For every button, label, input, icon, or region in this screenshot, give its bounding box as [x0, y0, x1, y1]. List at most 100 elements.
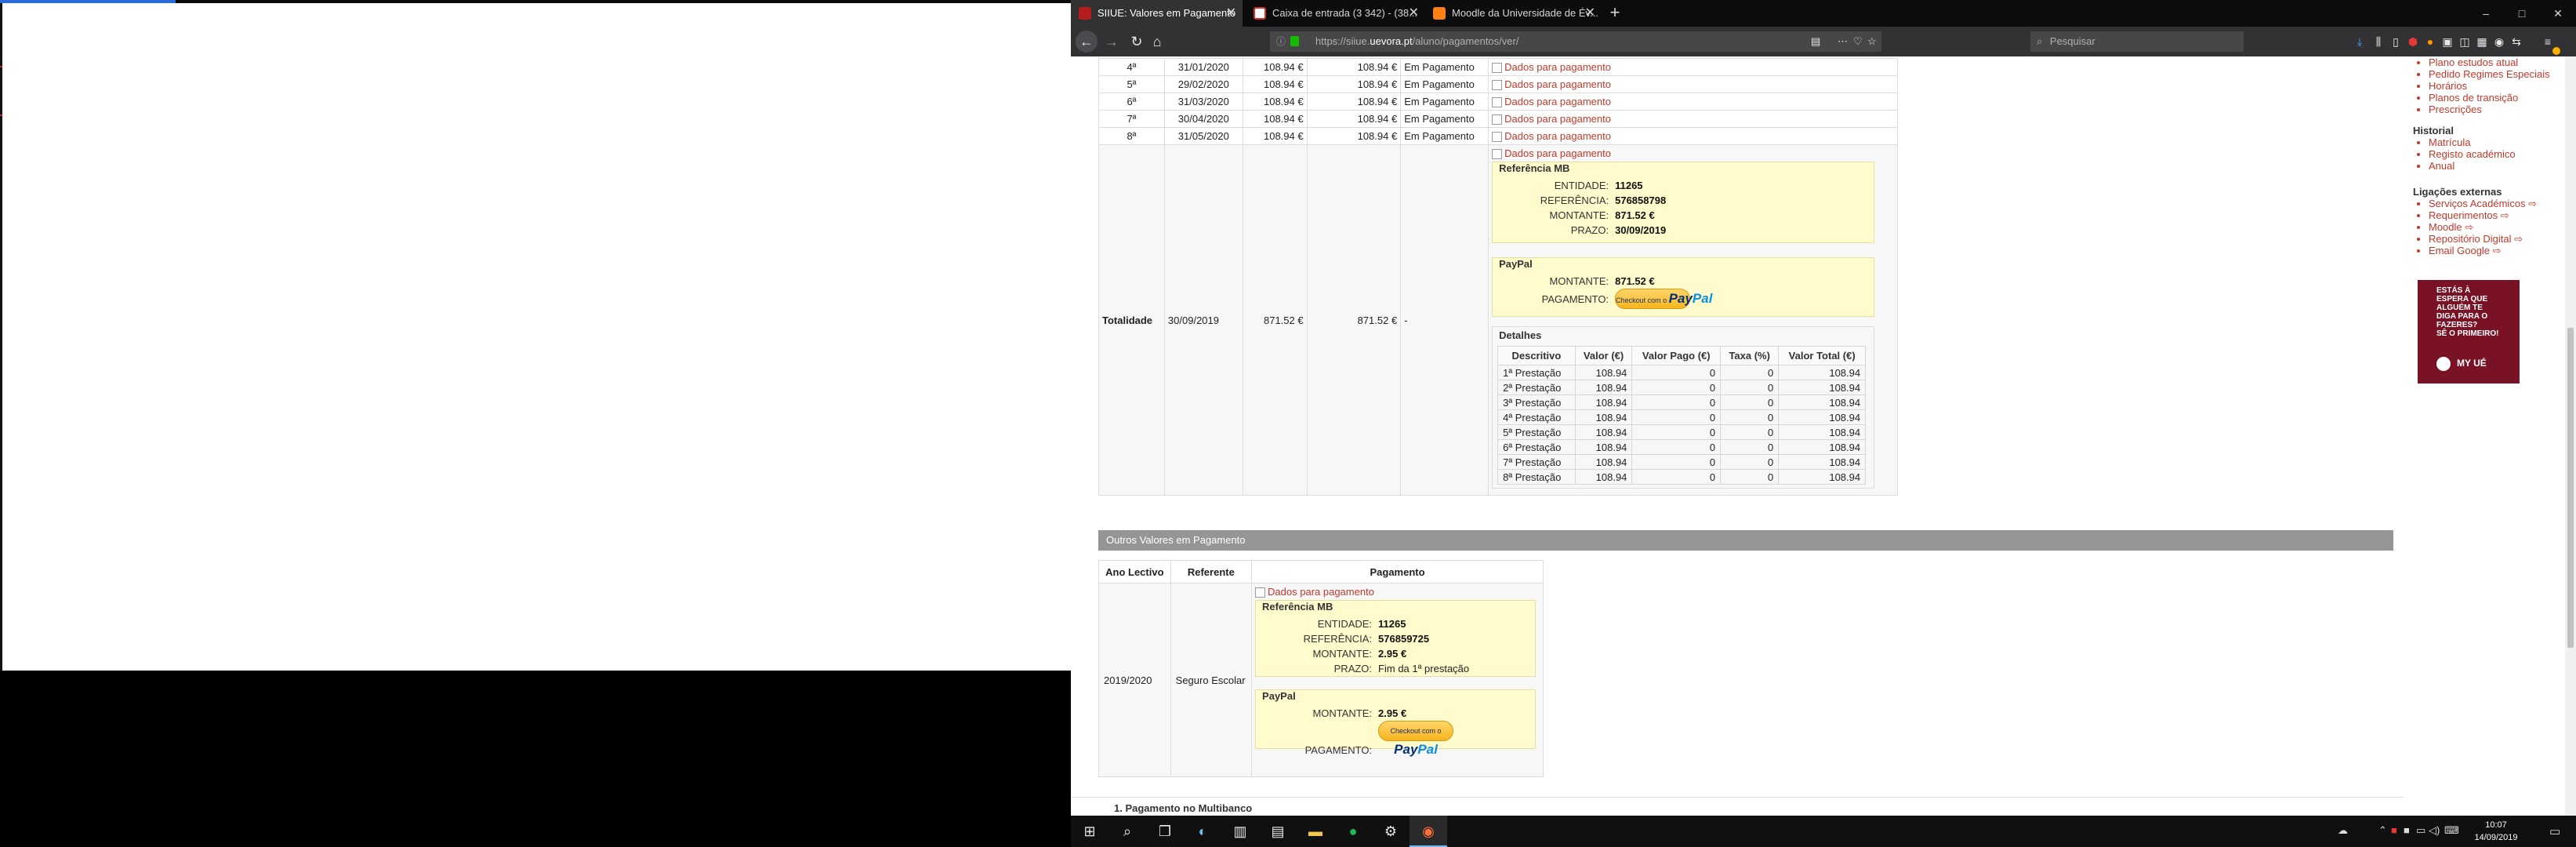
info-icon[interactable]: ⓘ — [1276, 31, 1286, 52]
notifications-icon[interactable]: ▭ — [2549, 824, 2560, 838]
sidebar-link[interactable]: Pedido Regimes Especiais — [2429, 68, 2562, 80]
url-bar[interactable]: ⓘ https://siiue.uevora.pt/aluno/pagament… — [1270, 31, 1881, 52]
file-explorer-icon[interactable]: ▬ — [1297, 816, 1334, 847]
other-values-table: Ano Lectivo Referente Pagamento 2019/202… — [1098, 560, 1544, 777]
settings-gear-icon[interactable]: ⚙ — [1372, 816, 1410, 847]
sidebar-link[interactable]: Requerimentos ⇨ — [2429, 209, 2562, 221]
onedrive-icon[interactable]: ☁ — [2338, 824, 2348, 837]
sidebar-link[interactable]: Matrícula — [2429, 136, 2562, 148]
sidebar-link[interactable]: Horários — [2429, 80, 2562, 92]
table-row: 8ª Prestação 108.94 0 0 108.94 — [1497, 469, 1867, 485]
tray-chevron-icon[interactable]: ⌃ — [2378, 824, 2387, 837]
payment-data-link[interactable]: Dados para pagamento — [1504, 78, 1611, 90]
sidebar-link[interactable]: Registo académico — [2429, 148, 2562, 160]
cell: 0 — [1720, 439, 1780, 455]
network-icon[interactable]: ▭ — [2416, 824, 2425, 837]
sidebar-icon[interactable]: ▯ — [2388, 34, 2404, 49]
forward-icon[interactable]: → — [1101, 31, 1123, 53]
tab-moodle[interactable]: Moodle da Universidade de Év... ✕ — [1425, 0, 1602, 27]
reload-icon[interactable]: ↻ — [1126, 31, 1148, 53]
back-icon[interactable]: ← — [1076, 31, 1098, 53]
screenshot-icon[interactable]: ◫ — [2457, 34, 2473, 49]
close-window-button[interactable]: ✕ — [2540, 0, 2576, 27]
amount-label: MONTANTE: — [1312, 707, 1373, 719]
close-tab-icon[interactable]: ✕ — [1409, 0, 1419, 27]
tray-app-icon[interactable]: ■ — [2404, 824, 2410, 836]
paypal-checkout-button[interactable]: Checkout com o PayPal — [1615, 289, 1712, 309]
historial-links: Matrícula Registo académico Anual — [2413, 136, 2562, 172]
payment-checkbox[interactable] — [1492, 97, 1503, 108]
extension-icon[interactable]: ● — [2422, 34, 2438, 49]
minimize-button[interactable]: – — [2468, 0, 2504, 27]
downloads-icon[interactable]: ⤓ — [2352, 34, 2367, 49]
page-content: 4ª 31/01/2020 108.94 € 108.94 € Em Pagam… — [1071, 56, 2576, 816]
moodle-favicon-icon — [1433, 7, 1446, 20]
scrollbar-thumb[interactable] — [2567, 328, 2574, 648]
details-box: Detalhes Descritivo Valor (€) Valor Pago… — [1492, 326, 1875, 489]
sidebar-link[interactable]: Anual — [2429, 160, 2562, 172]
table-row: 4ª 31/01/2020 108.94 € 108.94 € Em Pagam… — [1098, 58, 1898, 76]
payment-checkbox[interactable] — [1492, 63, 1503, 74]
bookmark-star-icon[interactable]: ☆ — [1867, 31, 1877, 52]
new-tab-button[interactable]: + — [1602, 0, 1628, 27]
sync-icon[interactable]: ⇆ — [2509, 34, 2524, 49]
total-date: 30/09/2019 — [1163, 144, 1243, 496]
close-tab-icon[interactable]: ✕ — [1226, 0, 1236, 27]
sidebar-link[interactable]: Plano estudos atual — [2429, 56, 2562, 68]
home-icon[interactable]: ⌂ — [1146, 31, 1168, 53]
reader-view-icon[interactable]: ▤ — [1811, 31, 1820, 52]
tab-mail[interactable]: Caixa de entrada (3 342) - (38... ✕ — [1246, 0, 1425, 27]
clock-time: 10:07 — [2485, 820, 2507, 830]
account-icon[interactable]: ◉ — [2491, 34, 2507, 49]
spotify-icon[interactable]: ● — [1334, 816, 1372, 847]
tab-siiue[interactable]: SIIUE: Valores em Pagamento ✕ — [1071, 0, 1243, 27]
payment-data-link[interactable]: Dados para pagamento — [1504, 113, 1611, 125]
container-icon[interactable]: ▦ — [2474, 34, 2490, 49]
payment-checkbox[interactable] — [1492, 149, 1503, 160]
cell: 0 — [1631, 394, 1722, 410]
amount-due: 108.94 € — [1306, 127, 1402, 145]
tray-app-icon[interactable]: ■ — [2391, 824, 2397, 836]
app-icon[interactable]: ▥ — [1221, 816, 1259, 847]
payment-checkbox[interactable] — [1492, 115, 1503, 125]
firefox-icon[interactable]: ◉ — [1410, 816, 1447, 847]
payment-data-link[interactable]: Dados para pagamento — [1268, 586, 1374, 598]
library-icon[interactable]: ⫼ — [2371, 34, 2386, 49]
app-icon[interactable]: ▤ — [1259, 816, 1297, 847]
payment-data-link[interactable]: Dados para pagamento — [1504, 147, 1611, 159]
search-bar[interactable]: ⌕ Pesquisar — [2030, 31, 2244, 52]
windows-start-icon[interactable]: ⊞ — [1071, 816, 1108, 847]
scrollbar[interactable] — [2565, 56, 2576, 816]
due-date: 31/03/2020 — [1163, 93, 1243, 111]
payment-data-link[interactable]: Dados para pagamento — [1504, 130, 1611, 142]
payment-data-link[interactable]: Dados para pagamento — [1504, 61, 1611, 73]
extension-icon[interactable]: ▣ — [2440, 34, 2455, 49]
search-icon[interactable]: ⌕ — [1108, 816, 1146, 847]
sidebar-link[interactable]: Prescrições — [2429, 104, 2562, 115]
amount: 108.94 € — [1242, 110, 1308, 128]
sidebar-link[interactable]: Email Google ⇨ — [2429, 245, 2562, 256]
payment-checkbox[interactable] — [1255, 587, 1266, 598]
payment-checkbox[interactable] — [1492, 132, 1503, 143]
payment-checkbox[interactable] — [1492, 80, 1503, 91]
payment-data-link[interactable]: Dados para pagamento — [1504, 96, 1611, 107]
language-icon[interactable]: ⌨ — [2444, 824, 2459, 837]
sidebar-link[interactable]: Moodle ⇨ — [2429, 221, 2562, 233]
volume-icon[interactable]: ◁) — [2429, 824, 2440, 837]
deadline-label: PRAZO: — [1333, 663, 1373, 674]
steam-icon[interactable]: ◐ — [1184, 816, 1221, 847]
clock[interactable]: 10:07 14/09/2019 — [2471, 819, 2521, 844]
sidebar-link[interactable]: Repositório Digital ⇨ — [2429, 233, 2562, 245]
page-actions-icon[interactable]: ⋯ — [1838, 31, 1848, 52]
paypal-checkout-button[interactable]: Checkout com o PayPal — [1378, 721, 1454, 757]
sidebar-link[interactable]: Planos de transição — [2429, 92, 2562, 104]
close-tab-icon[interactable]: ✕ — [1585, 0, 1595, 27]
myue-ad-banner[interactable]: ESTÁS À ESPERA QUE ALGUÉM TE DIGA PARA O… — [2418, 280, 2520, 384]
cell: 0 — [1631, 380, 1722, 395]
task-view-icon[interactable]: ❐ — [1146, 816, 1184, 847]
myue-logo-icon — [2436, 357, 2451, 371]
sidebar-link[interactable]: Serviços Académicos ⇨ — [2429, 198, 2562, 209]
adblock-icon[interactable]: ⬢ — [2405, 34, 2421, 49]
maximize-button[interactable]: □ — [2504, 0, 2540, 27]
pocket-icon[interactable]: ♡ — [1853, 31, 1863, 52]
